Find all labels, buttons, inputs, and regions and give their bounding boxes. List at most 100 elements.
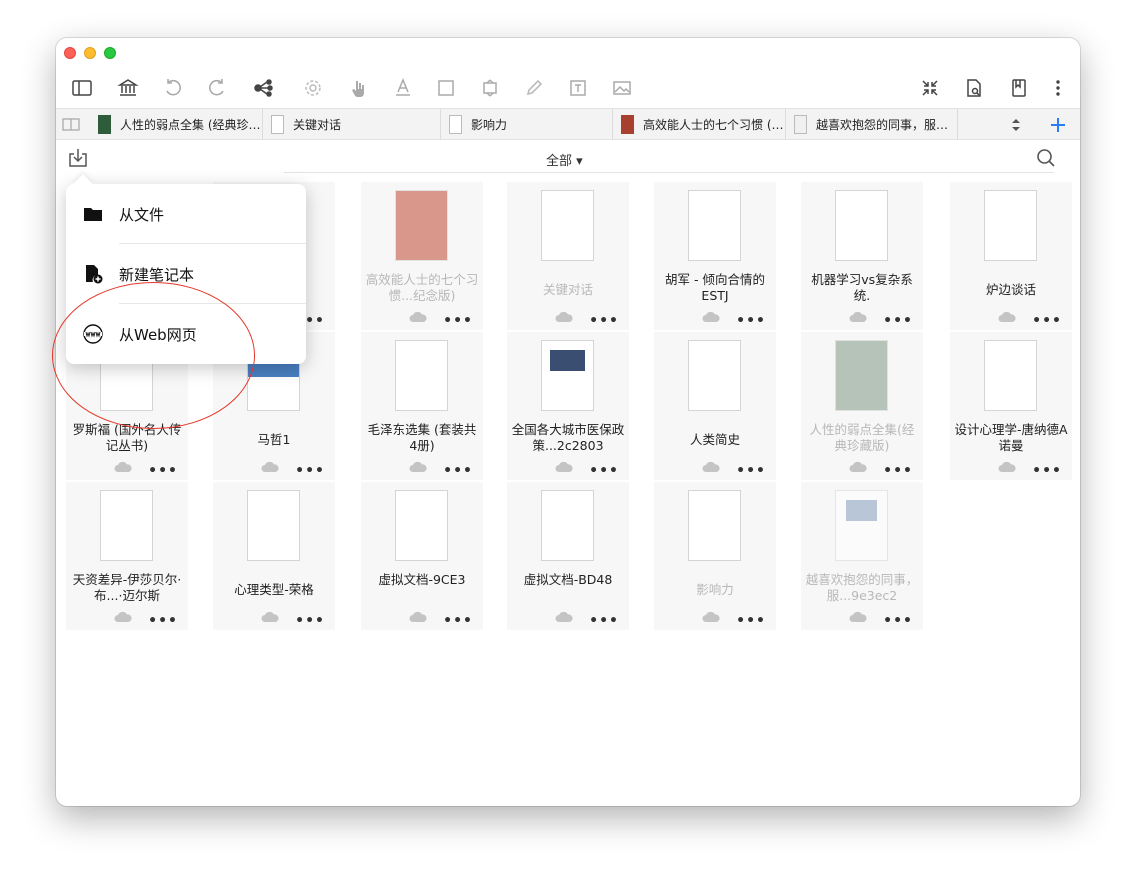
book-title: 炉边谈话 bbox=[985, 282, 1036, 297]
more-options-icon[interactable]: ••• bbox=[883, 464, 913, 478]
book-card[interactable]: 人类简史 ••• bbox=[654, 332, 776, 480]
settings-gear-icon[interactable] bbox=[300, 75, 326, 101]
book-title: 毛泽东选集 (套装共4册) bbox=[367, 422, 477, 453]
book-title: 越喜欢抱怨的同事，服...9e3ec2 bbox=[805, 572, 919, 603]
more-options-icon[interactable]: ••• bbox=[443, 614, 473, 628]
more-options-icon[interactable]: ••• bbox=[148, 464, 178, 478]
menu-item-label: 从文件 bbox=[119, 205, 165, 224]
more-options-icon[interactable]: ••• bbox=[736, 464, 766, 478]
tab-scroll-icon[interactable] bbox=[1009, 116, 1023, 134]
book-title: 人类简史 bbox=[689, 432, 740, 447]
tab-book-4[interactable]: 高效能人士的七个习惯 (… bbox=[613, 109, 786, 140]
more-options-icon[interactable]: ••• bbox=[589, 314, 619, 328]
book-card[interactable]: 设计心理学-唐纳德A诺曼 ••• bbox=[950, 332, 1072, 480]
book-card[interactable]: 心理类型-荣格 ••• bbox=[213, 482, 335, 630]
text-box-icon[interactable] bbox=[565, 75, 591, 101]
more-options-icon[interactable]: ••• bbox=[883, 614, 913, 628]
book-card[interactable]: 虚拟文档-9CE3 ••• bbox=[361, 482, 483, 630]
more-options-icon[interactable]: ••• bbox=[589, 614, 619, 628]
cloud-icon bbox=[702, 461, 720, 472]
menu-item-from-web[interactable]: 从Web网页 bbox=[66, 304, 306, 364]
book-cover bbox=[541, 490, 594, 561]
search-icon[interactable] bbox=[1035, 147, 1057, 169]
panel-toggle-icon[interactable] bbox=[61, 114, 81, 134]
more-menu-icon[interactable] bbox=[1045, 75, 1071, 101]
tab-book-1[interactable]: 人性的弱点全集 (经典珍… bbox=[90, 109, 263, 140]
more-options-icon[interactable]: ••• bbox=[443, 464, 473, 478]
tab-book-5[interactable]: 越喜欢抱怨的同事，服… bbox=[786, 109, 958, 140]
more-options-icon[interactable]: ••• bbox=[295, 614, 325, 628]
cloud-icon bbox=[849, 611, 867, 622]
book-card[interactable]: 全国各大城市医保政策...2c2803 ••• bbox=[507, 332, 629, 480]
menu-item-new-notebook[interactable]: 新建笔记本 bbox=[66, 244, 306, 304]
more-options-icon[interactable]: ••• bbox=[589, 464, 619, 478]
book-card[interactable]: 越喜欢抱怨的同事，服...9e3ec2 ••• bbox=[801, 482, 923, 630]
cloud-icon bbox=[261, 611, 279, 622]
book-card[interactable]: 胡军 - 倾向合情的ESTJ ••• bbox=[654, 182, 776, 330]
more-options-icon[interactable]: ••• bbox=[883, 314, 913, 328]
more-options-icon[interactable]: ••• bbox=[736, 314, 766, 328]
tab-label: 高效能人士的七个习惯 (… bbox=[643, 118, 784, 132]
more-options-icon[interactable]: ••• bbox=[1032, 464, 1062, 478]
book-title: 虚拟文档-9CE3 bbox=[378, 572, 466, 587]
tab-book-3[interactable]: 影响力 bbox=[441, 109, 613, 140]
divider bbox=[284, 172, 1054, 173]
import-popup-menu: 从文件 新建笔记本 从Web网页 bbox=[66, 184, 306, 364]
image-icon[interactable] bbox=[609, 75, 635, 101]
book-card[interactable]: 虚拟文档-BD48 ••• bbox=[507, 482, 629, 630]
more-options-icon[interactable]: ••• bbox=[148, 614, 178, 628]
tab-label: 关键对话 bbox=[293, 118, 342, 132]
undo-icon[interactable] bbox=[160, 75, 186, 101]
menu-item-from-file[interactable]: 从文件 bbox=[66, 184, 306, 244]
cloud-icon bbox=[555, 611, 573, 622]
filter-dropdown[interactable]: 全部 ▾ bbox=[546, 150, 583, 169]
tab-label: 人性的弱点全集 (经典珍… bbox=[120, 118, 261, 132]
menu-item-label: 新建笔记本 bbox=[119, 265, 195, 284]
book-title: 机器学习vs复杂系统. bbox=[811, 272, 913, 303]
zoom-window-button[interactable] bbox=[104, 47, 116, 59]
book-card[interactable]: 毛泽东选集 (套装共4册) ••• bbox=[361, 332, 483, 480]
more-options-icon[interactable]: ••• bbox=[736, 614, 766, 628]
pencil-icon[interactable] bbox=[521, 75, 547, 101]
minimize-window-button[interactable] bbox=[84, 47, 96, 59]
new-notebook-icon bbox=[86, 265, 103, 284]
collapse-icon[interactable] bbox=[917, 75, 943, 101]
more-options-icon[interactable]: ••• bbox=[295, 464, 325, 478]
expand-icon[interactable] bbox=[477, 75, 503, 101]
toolbar bbox=[56, 70, 1080, 106]
tab-bar: 人性的弱点全集 (经典珍… 关键对话 影响力 高效能人士的七个习惯 (… 越喜欢… bbox=[56, 108, 1080, 140]
book-title: 关键对话 bbox=[542, 282, 593, 297]
mindmap-icon[interactable] bbox=[250, 75, 276, 101]
cloud-icon bbox=[555, 461, 573, 472]
book-card[interactable]: 影响力 ••• bbox=[654, 482, 776, 630]
book-card[interactable]: 机器学习vs复杂系统. ••• bbox=[801, 182, 923, 330]
close-window-button[interactable] bbox=[64, 47, 76, 59]
book-card[interactable]: 炉边谈话 ••• bbox=[950, 182, 1072, 330]
book-card[interactable]: 关键对话 ••• bbox=[507, 182, 629, 330]
book-title: 影响力 bbox=[696, 582, 734, 597]
tab-thumbnail bbox=[794, 115, 807, 134]
bookmark-icon[interactable] bbox=[1006, 75, 1032, 101]
tab-thumbnail bbox=[449, 115, 462, 134]
document-search-icon[interactable] bbox=[961, 75, 987, 101]
book-cover bbox=[395, 490, 448, 561]
more-options-icon[interactable]: ••• bbox=[443, 314, 473, 328]
book-card[interactable]: 高效能人士的七个习惯...纪念版) ••• bbox=[361, 182, 483, 330]
hand-tool-icon[interactable] bbox=[346, 75, 372, 101]
book-card[interactable]: 天资差异-伊莎贝尔·布...·迈尔斯 ••• bbox=[66, 482, 188, 630]
more-options-icon[interactable]: ••• bbox=[1032, 314, 1062, 328]
book-title: 胡军 - 倾向合情的ESTJ bbox=[665, 272, 765, 303]
tab-label: 影响力 bbox=[471, 118, 508, 132]
text-highlight-icon[interactable] bbox=[390, 75, 416, 101]
book-card[interactable]: 人性的弱点全集(经典珍藏版) ••• bbox=[801, 332, 923, 480]
book-cover bbox=[541, 340, 594, 411]
import-icon[interactable] bbox=[66, 146, 90, 170]
add-tab-icon[interactable] bbox=[1048, 115, 1068, 135]
folder-icon bbox=[84, 208, 102, 221]
redo-icon[interactable] bbox=[204, 75, 230, 101]
rectangle-select-icon[interactable] bbox=[433, 75, 459, 101]
cloud-icon bbox=[114, 611, 132, 622]
tab-book-2[interactable]: 关键对话 bbox=[263, 109, 441, 140]
library-icon[interactable] bbox=[115, 75, 141, 101]
sidebar-toggle-icon[interactable] bbox=[69, 75, 95, 101]
